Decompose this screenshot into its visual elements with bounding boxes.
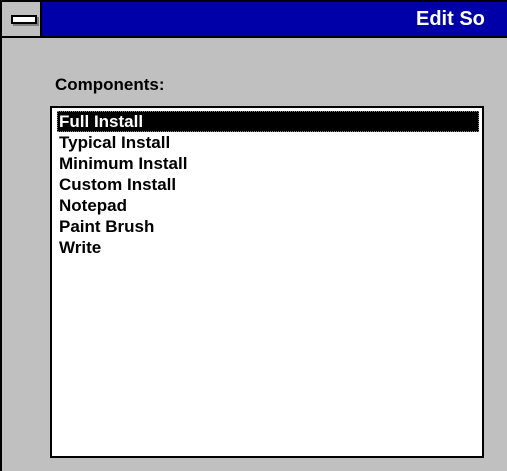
system-menu-icon — [11, 15, 37, 24]
title-bar[interactable]: Edit So — [2, 2, 507, 38]
list-item-notepad[interactable]: Notepad — [57, 195, 127, 216]
list-item-minimum-install[interactable]: Minimum Install — [57, 153, 187, 174]
components-listbox[interactable]: Full Install Typical Install Minimum Ins… — [50, 106, 484, 458]
system-menu-button[interactable] — [2, 2, 42, 36]
list-item-full-install[interactable]: Full Install — [57, 111, 479, 132]
components-label: Components: — [55, 75, 165, 94]
list-item-typical-install[interactable]: Typical Install — [57, 132, 170, 153]
list-item-write[interactable]: Write — [57, 237, 101, 258]
window-title: Edit So — [416, 8, 485, 30]
list-item-paint-brush[interactable]: Paint Brush — [57, 216, 154, 237]
list-item-custom-install[interactable]: Custom Install — [57, 174, 176, 195]
edit-software-window: Edit So Components: Full Install Typical… — [0, 0, 507, 471]
